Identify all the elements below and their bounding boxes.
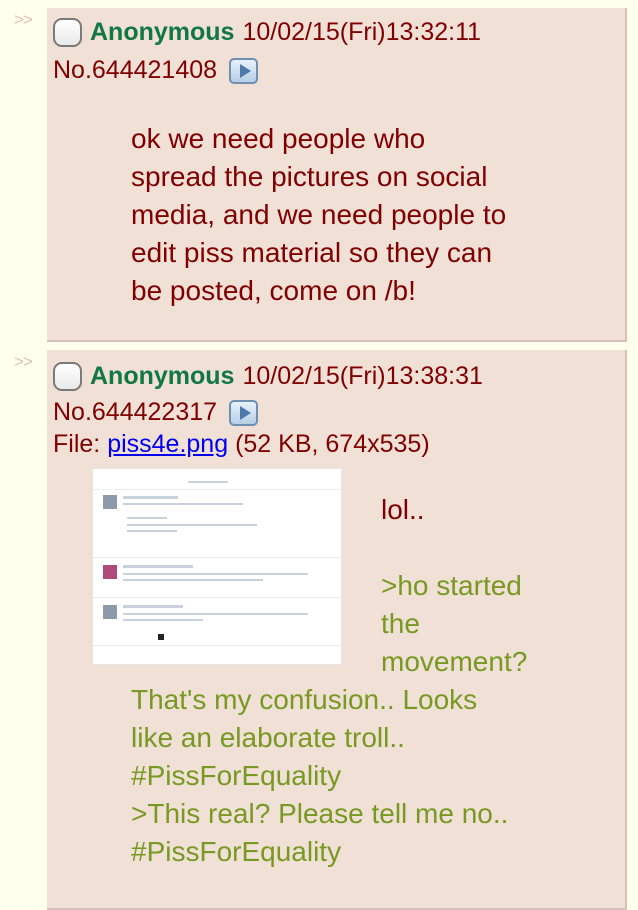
file-label: File: bbox=[53, 430, 108, 458]
file-meta: (52 KB, 674x535) bbox=[228, 430, 430, 458]
post-644422317: Anonymous 10/02/15(Fri)13:38:31 No.64442… bbox=[47, 350, 627, 910]
checkbox-icon[interactable] bbox=[53, 18, 82, 47]
greentext-line: movement? bbox=[381, 646, 528, 677]
checkbox-icon[interactable] bbox=[53, 362, 82, 391]
poster-name: Anonymous bbox=[90, 362, 235, 390]
message-line: spread the pictures on social bbox=[131, 161, 488, 192]
greentext-line: #PissForEquality bbox=[131, 760, 342, 791]
post-message: ok we need people who spread the picture… bbox=[131, 120, 506, 310]
message-line: lol.. bbox=[381, 494, 425, 525]
greentext-line: >ho started bbox=[381, 570, 522, 601]
post-header: Anonymous 10/02/15(Fri)13:38:31 bbox=[53, 362, 483, 391]
greentext-line: the bbox=[381, 608, 420, 639]
greentext-line: like an elaborate troll.. bbox=[131, 722, 405, 753]
post-number[interactable]: No.644421408 bbox=[53, 56, 217, 85]
post-datetime: 10/02/15(Fri)13:38:31 bbox=[242, 362, 483, 390]
file-link[interactable]: piss4e.png bbox=[107, 430, 228, 458]
message-line: be posted, come on /b! bbox=[131, 275, 416, 306]
post-message-below: That's my confusion.. Looks like an elab… bbox=[131, 681, 508, 871]
post-number-row: No.644421408 bbox=[53, 56, 259, 85]
message-line: media, and we need people to bbox=[131, 199, 507, 230]
backlink-arrows: >> bbox=[14, 352, 33, 371]
post-644421408: Anonymous 10/02/15(Fri)13:32:11 No.64442… bbox=[47, 8, 627, 342]
play-icon[interactable] bbox=[229, 399, 259, 426]
post-datetime: 10/02/15(Fri)13:32:11 bbox=[242, 18, 482, 46]
post-number[interactable]: No.644422317 bbox=[53, 398, 217, 427]
greentext-line: #PissForEquality bbox=[131, 836, 342, 867]
post-message-right: lol.. >ho started the movement? bbox=[381, 491, 527, 681]
play-icon[interactable] bbox=[229, 57, 259, 84]
file-info: File: piss4e.png (52 KB, 674x535) bbox=[53, 430, 430, 459]
message-line: edit piss material so they can bbox=[131, 237, 493, 268]
post-number-row: No.644422317 bbox=[53, 398, 259, 427]
image-thumbnail[interactable] bbox=[92, 468, 342, 665]
post-header: Anonymous 10/02/15(Fri)13:32:11 bbox=[53, 18, 481, 47]
backlink-arrows: >> bbox=[14, 10, 33, 29]
poster-name: Anonymous bbox=[90, 18, 235, 46]
message-line: ok we need people who bbox=[131, 123, 426, 154]
greentext-line: >This real? Please tell me no.. bbox=[131, 798, 509, 829]
greentext-line: That's my confusion.. Looks bbox=[131, 684, 478, 715]
